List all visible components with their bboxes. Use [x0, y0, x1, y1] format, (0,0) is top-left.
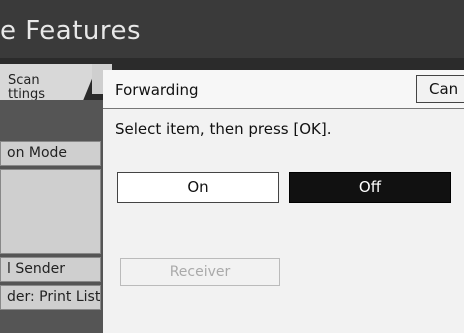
off-button[interactable]: Off [289, 172, 451, 203]
title-bar: e Features [0, 0, 464, 58]
forwarding-dialog: Forwarding Can Select item, then press [… [103, 70, 464, 333]
left-menu-item-sender[interactable]: l Sender [0, 257, 101, 282]
dialog-title: Forwarding [115, 81, 199, 99]
screen-title: e Features [0, 16, 142, 46]
left-menu-item-print-list[interactable]: der: Print List [0, 285, 101, 310]
left-menu-blank-area [0, 169, 101, 254]
instruction-text: Select item, then press [OK]. [115, 120, 332, 138]
tab-scan-line1: Scan [8, 73, 40, 88]
tab-scan-settings-label: Scan ttings [8, 74, 45, 102]
left-menu: on Mode l Sender der: Print List [0, 100, 103, 333]
cancel-button[interactable]: Can [416, 75, 464, 103]
dialog-header: Forwarding [103, 70, 464, 109]
on-button[interactable]: On [117, 172, 279, 203]
receiver-button: Receiver [120, 258, 280, 286]
left-menu-item-mode[interactable]: on Mode [0, 141, 101, 166]
